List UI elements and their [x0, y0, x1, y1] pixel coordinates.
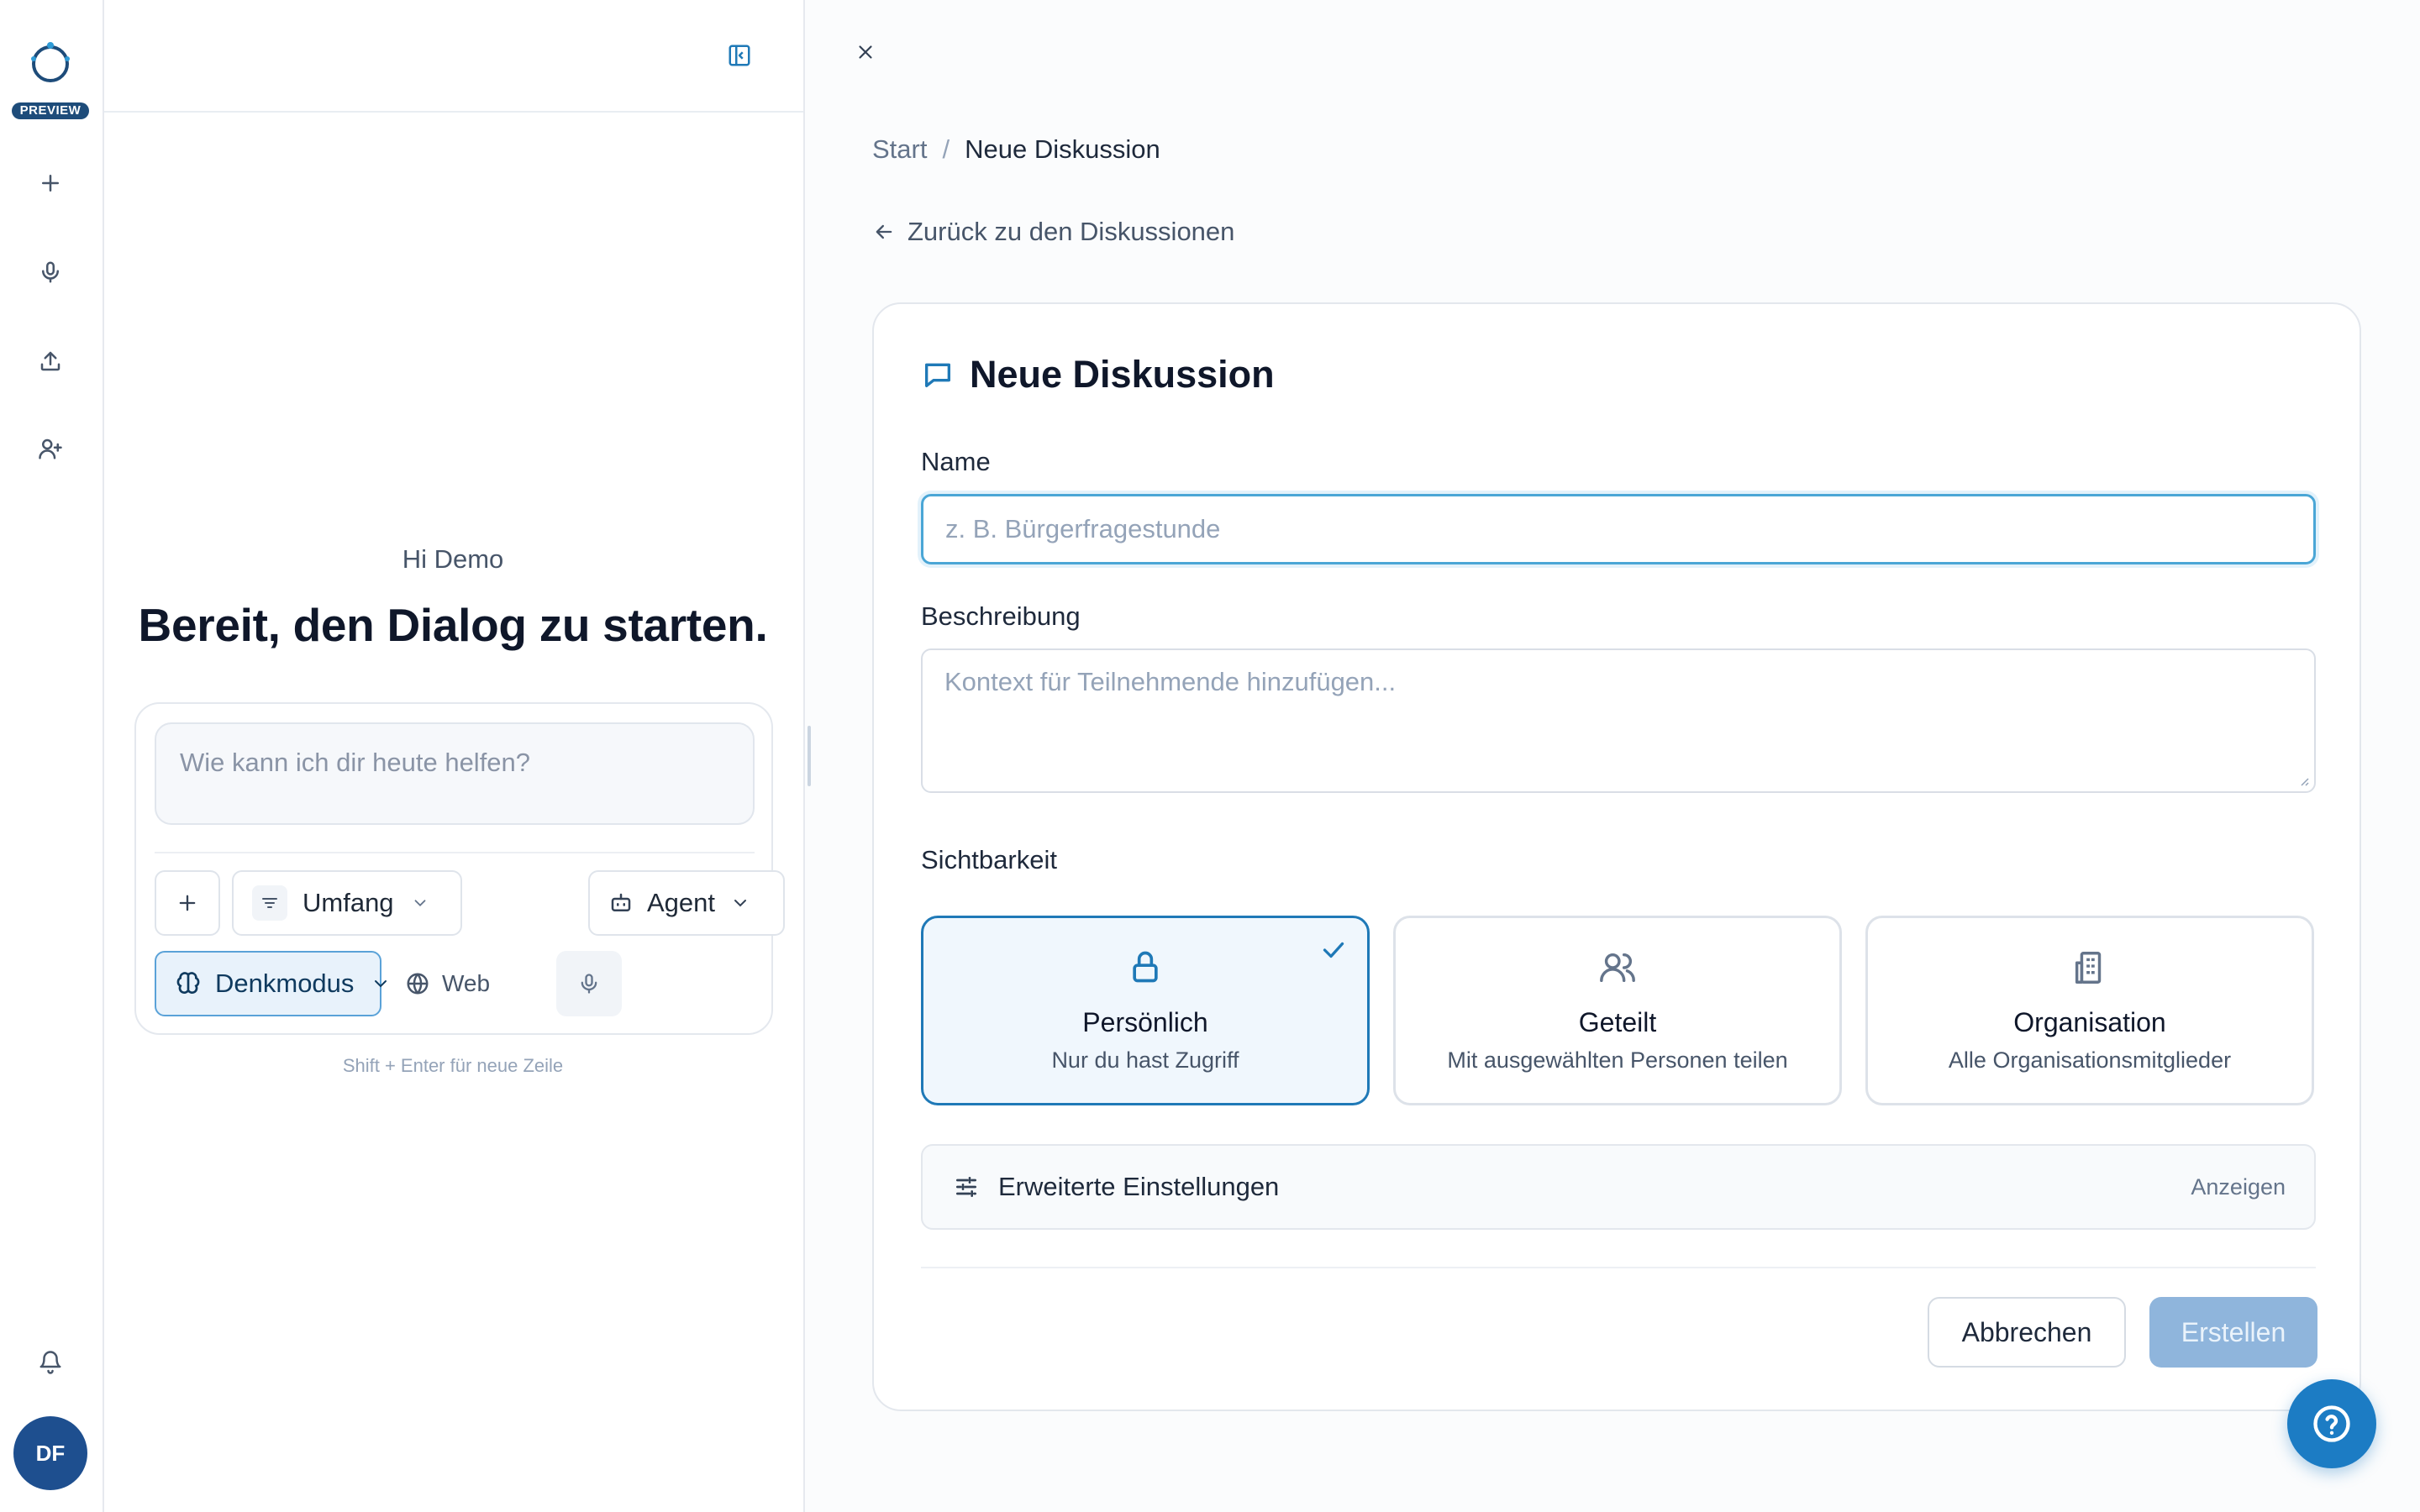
- composer-divider: [155, 852, 755, 853]
- web-search-toggle[interactable]: Web: [393, 951, 502, 1016]
- visibility-option-personal[interactable]: Persönlich Nur du hast Zugriff: [921, 916, 1370, 1105]
- new-discussion-card: Neue Diskussion Name z. B. Bürgerfragest…: [872, 302, 2361, 1411]
- check-icon: [1318, 935, 1349, 969]
- visibility-option-title: Geteilt: [1578, 1007, 1657, 1037]
- form-title-text: Neue Diskussion: [970, 353, 1275, 396]
- user-avatar[interactable]: DF: [13, 1416, 87, 1490]
- chat-panel: Hi Demo Bereit, den Dialog zu starten. W…: [104, 0, 805, 1512]
- arrow-left-icon: [876, 224, 892, 239]
- visibility-option-subtitle: Mit ausgewählten Personen teilen: [1447, 1047, 1788, 1073]
- filter-icon: [252, 885, 287, 921]
- visibility-option-subtitle: Alle Organisationsmitglieder: [1948, 1047, 2232, 1073]
- form-divider: [921, 1267, 2316, 1268]
- plus-icon: [179, 895, 196, 911]
- thinking-mode-toggle[interactable]: Denkmodus: [155, 951, 387, 1016]
- invite-user-button[interactable]: [32, 430, 69, 467]
- plus-icon: [42, 175, 59, 192]
- resize-handle[interactable]: [808, 726, 811, 786]
- user-plus-icon: [39, 438, 62, 459]
- attach-button[interactable]: [155, 870, 220, 936]
- bell-icon: [39, 1351, 61, 1374]
- collapse-panel-button[interactable]: [723, 39, 756, 72]
- voice-button[interactable]: [32, 254, 69, 291]
- advanced-settings-label: Erweiterte Einstellungen: [998, 1172, 1280, 1201]
- chat-topbar: [104, 0, 803, 113]
- agent-dropdown[interactable]: Agent: [588, 870, 785, 936]
- preview-badge: PREVIEW: [12, 102, 89, 119]
- help-button[interactable]: [2287, 1379, 2376, 1468]
- chat-composer: Wie kann ich dir heute helfen? Umfang Ag…: [134, 702, 785, 1035]
- notifications-button[interactable]: [32, 1344, 69, 1381]
- message-square-icon: [925, 363, 950, 387]
- web-label: Web: [442, 970, 491, 996]
- app-logo-icon[interactable]: [25, 37, 76, 87]
- advanced-settings-toggle[interactable]: Erweiterte Einstellungen Anzeigen: [921, 1144, 2316, 1230]
- advanced-settings-show[interactable]: Anzeigen: [2191, 1146, 2286, 1228]
- visibility-option-organization[interactable]: Organisation Alle Organisationsmitgliede…: [1865, 916, 2314, 1105]
- brain-icon: [175, 970, 202, 997]
- bot-icon: [608, 890, 634, 916]
- cancel-button[interactable]: Abbrechen: [1928, 1297, 2126, 1368]
- chevron-down-icon: [730, 893, 750, 913]
- chevron-down-icon: [371, 974, 391, 994]
- close-button[interactable]: [849, 35, 882, 69]
- lock-icon: [1133, 951, 1158, 983]
- sliders-icon: [956, 1177, 976, 1197]
- building-icon: [2075, 952, 2102, 984]
- breadcrumb-separator: /: [942, 134, 950, 164]
- dictate-button[interactable]: [556, 951, 622, 1016]
- users-icon: [1600, 953, 1635, 983]
- description-textarea[interactable]: Kontext für Teilnehmende hinzufügen...: [921, 648, 2316, 793]
- breadcrumb: Start / Neue Diskussion: [872, 134, 1160, 165]
- mic-icon: [42, 261, 59, 283]
- visibility-option-title: Persönlich: [1082, 1007, 1208, 1037]
- upload-button[interactable]: [32, 343, 69, 380]
- thinking-mode-label: Denkmodus: [215, 969, 355, 998]
- icon-rail: PREVIEW DF: [0, 0, 104, 1512]
- description-placeholder: Kontext für Teilnehmende hinzufügen...: [944, 667, 1397, 696]
- help-circle-icon: [2313, 1405, 2350, 1442]
- greeting-text: Hi Demo: [402, 544, 504, 574]
- back-link-label: Zurück zu den Diskussionen: [908, 217, 1235, 246]
- name-input[interactable]: z. B. Bürgerfragestunde: [921, 494, 2316, 564]
- close-icon: [859, 45, 872, 59]
- upload-icon: [40, 351, 60, 371]
- description-label: Beschreibung: [921, 601, 1081, 631]
- scope-dropdown[interactable]: Umfang: [232, 870, 462, 936]
- visibility-option-subtitle: Nur du hast Zugriff: [1051, 1047, 1239, 1073]
- form-title: Neue Diskussion: [921, 353, 1275, 396]
- new-chat-button[interactable]: [32, 165, 69, 202]
- chat-input[interactable]: Wie kann ich dir heute helfen?: [155, 722, 755, 825]
- mic-icon: [581, 974, 597, 994]
- visibility-option-title: Organisation: [2013, 1007, 2166, 1037]
- agent-label: Agent: [647, 888, 716, 917]
- visibility-option-shared[interactable]: Geteilt Mit ausgewählten Personen teilen: [1393, 916, 1842, 1105]
- create-button[interactable]: Erstellen: [2149, 1297, 2317, 1368]
- scope-label: Umfang: [302, 888, 394, 917]
- chat-headline: Bereit, den Dialog zu starten.: [138, 599, 768, 651]
- breadcrumb-current: Neue Diskussion: [965, 134, 1160, 164]
- chevron-down-icon: [411, 894, 429, 912]
- name-label: Name: [921, 447, 991, 476]
- newline-hint: Shift + Enter für neue Zeile: [342, 1055, 564, 1076]
- breadcrumb-start[interactable]: Start: [872, 134, 927, 164]
- visibility-label: Sichtbarkeit: [921, 845, 1057, 874]
- resize-grip-icon: [2301, 778, 2309, 786]
- back-to-discussions-link[interactable]: Zurück zu den Diskussionen: [872, 217, 1234, 247]
- globe-icon: [405, 971, 430, 996]
- sidebar-collapse-icon: [729, 45, 750, 66]
